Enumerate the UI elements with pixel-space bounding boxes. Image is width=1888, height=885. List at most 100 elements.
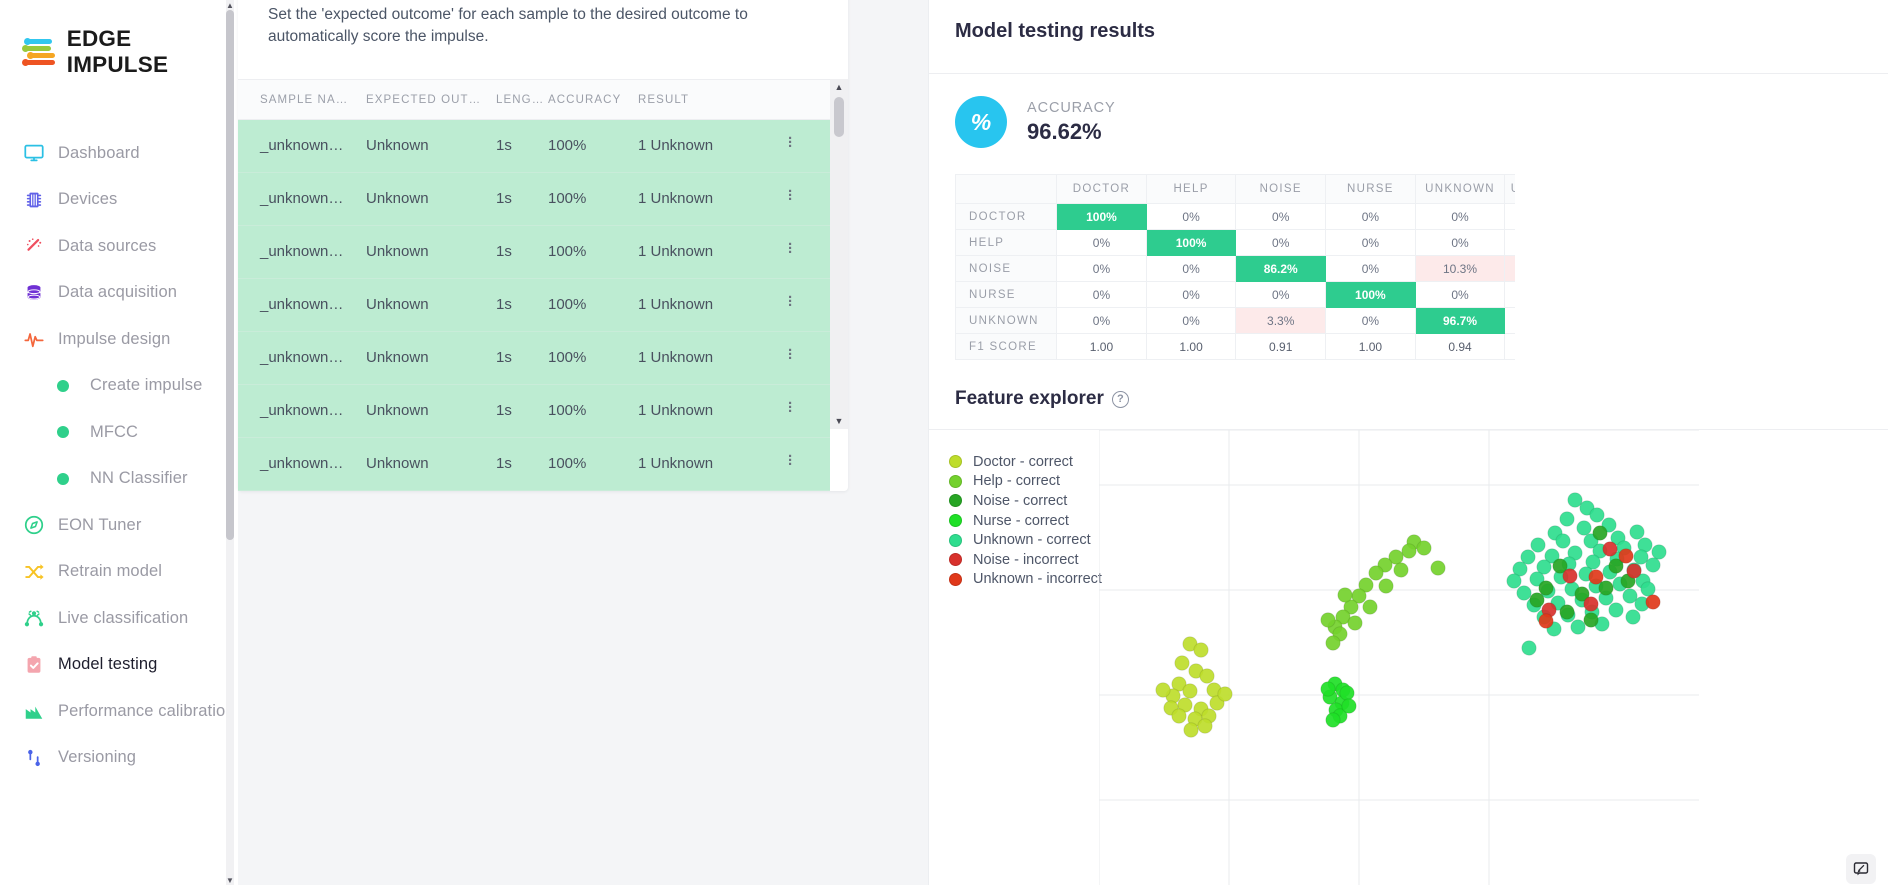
sidebar-item-performance-calibration[interactable]: Performance calibration xyxy=(0,688,238,735)
data-point[interactable] xyxy=(1530,537,1546,553)
data-point[interactable] xyxy=(1199,668,1215,684)
column-header[interactable]: SAMPLE NA… xyxy=(238,78,366,120)
data-point[interactable] xyxy=(1555,533,1571,549)
data-point[interactable] xyxy=(1325,635,1341,651)
table-row[interactable]: _unknown… Unknown 1s 100% 1 Unknown · · · xyxy=(238,119,830,173)
column-header[interactable]: EXPECTED OUT… xyxy=(366,78,496,120)
sidebar-item-retrain-model[interactable]: Retrain model xyxy=(0,549,238,596)
legend-item[interactable]: Noise - correct xyxy=(949,491,1102,511)
sidebar-item-dashboard[interactable]: Dashboard xyxy=(0,130,238,177)
data-point[interactable] xyxy=(1598,580,1614,596)
data-point[interactable] xyxy=(1645,594,1661,610)
sidebar-item-devices[interactable]: Devices xyxy=(0,177,238,224)
sidebar-item-live-classification[interactable]: Live classification xyxy=(0,595,238,642)
table-row[interactable]: _unknown… Unknown 1s 100% 1 Unknown · · · xyxy=(238,331,830,385)
data-point[interactable] xyxy=(1430,560,1446,576)
sidebar-item-data-acquisition[interactable]: Data acquisition xyxy=(0,270,238,317)
data-point[interactable] xyxy=(1217,686,1233,702)
table-row[interactable]: _unknown… Unknown 1s 100% 1 Unknown · · · xyxy=(238,278,830,332)
data-point[interactable] xyxy=(1521,640,1537,656)
table-row[interactable]: _unknown… Unknown 1s 100% 1 Unknown · · · xyxy=(238,225,830,279)
data-point[interactable] xyxy=(1645,557,1661,573)
data-point[interactable] xyxy=(1618,548,1634,564)
row-menu-button[interactable]: · · · xyxy=(788,384,830,438)
data-point[interactable] xyxy=(1583,596,1599,612)
table-row[interactable]: _unknown… Unknown 1s 100% 1 Unknown · · · xyxy=(238,437,830,491)
sidebar-item-eon-tuner[interactable]: EON Tuner xyxy=(0,502,238,549)
data-point[interactable] xyxy=(1640,581,1656,597)
data-point[interactable] xyxy=(1529,592,1545,608)
data-point[interactable] xyxy=(1583,612,1599,628)
data-point[interactable] xyxy=(1320,681,1336,697)
data-point[interactable] xyxy=(1183,722,1199,738)
data-point[interactable] xyxy=(1516,585,1532,601)
row-menu-button[interactable]: · · · xyxy=(788,331,830,385)
sidebar-item-mfcc[interactable]: MFCC xyxy=(0,409,238,456)
data-point[interactable] xyxy=(1559,511,1575,527)
kebab-menu-icon[interactable]: · · · xyxy=(788,237,793,260)
table-row[interactable]: _unknown… Unknown 1s 100% 1 Unknown · · · xyxy=(238,384,830,438)
column-header[interactable]: LENG… xyxy=(496,78,548,120)
data-point[interactable] xyxy=(1193,642,1209,658)
data-point[interactable] xyxy=(1320,612,1336,628)
data-point[interactable] xyxy=(1337,587,1353,603)
data-point[interactable] xyxy=(1625,609,1641,625)
legend-item[interactable]: Unknown - incorrect xyxy=(949,570,1102,590)
legend-item[interactable]: Nurse - correct xyxy=(949,511,1102,531)
legend-item[interactable]: Noise - incorrect xyxy=(949,550,1102,570)
data-point[interactable] xyxy=(1576,520,1592,536)
data-point[interactable] xyxy=(1155,682,1171,698)
scroll-up-icon[interactable]: ▲ xyxy=(226,0,234,10)
data-point[interactable] xyxy=(1174,655,1190,671)
data-point[interactable] xyxy=(1393,562,1409,578)
table-scroll-down-icon[interactable]: ▼ xyxy=(830,413,848,429)
data-point[interactable] xyxy=(1506,573,1522,589)
feedback-widget-icon[interactable] xyxy=(1846,854,1876,884)
data-point[interactable] xyxy=(1362,599,1378,615)
data-point[interactable] xyxy=(1651,544,1667,560)
data-point[interactable] xyxy=(1401,543,1417,559)
data-point[interactable] xyxy=(1629,524,1645,540)
data-point[interactable] xyxy=(1570,619,1586,635)
data-point[interactable] xyxy=(1626,563,1642,579)
data-point[interactable] xyxy=(1325,712,1341,728)
data-point[interactable] xyxy=(1347,615,1363,631)
help-icon[interactable]: ? xyxy=(1111,390,1129,408)
table-scroll-thumb[interactable] xyxy=(834,96,844,137)
sidebar-scroll-thumb[interactable] xyxy=(226,10,234,540)
table-scroll-up-icon[interactable]: ▲ xyxy=(830,79,848,95)
kebab-menu-icon[interactable]: · · · xyxy=(788,131,793,154)
data-point[interactable] xyxy=(1562,568,1578,584)
legend-item[interactable]: Doctor - correct xyxy=(949,452,1102,472)
table-scrollbar[interactable]: ▲ ▼ xyxy=(830,78,848,429)
row-menu-button[interactable]: · · · xyxy=(788,437,830,491)
data-point[interactable] xyxy=(1538,613,1554,629)
sidebar-item-data-sources[interactable]: Data sources xyxy=(0,223,238,270)
scroll-down-icon[interactable]: ▼ xyxy=(226,875,234,885)
data-point[interactable] xyxy=(1197,718,1213,734)
data-point[interactable] xyxy=(1608,602,1624,618)
data-point[interactable] xyxy=(1416,540,1432,556)
kebab-menu-icon[interactable]: · · · xyxy=(788,343,793,366)
sidebar-item-impulse-design[interactable]: Impulse design xyxy=(0,316,238,363)
data-point[interactable] xyxy=(1559,604,1575,620)
sidebar-item-nn-classifier[interactable]: NN Classifier xyxy=(0,456,238,503)
kebab-menu-icon[interactable]: · · · xyxy=(788,184,793,207)
sidebar-scrollbar[interactable]: ▲ ▼ xyxy=(226,0,234,885)
table-row[interactable]: _unknown… Unknown 1s 100% 1 Unknown · · · xyxy=(238,172,830,226)
data-point[interactable] xyxy=(1182,683,1198,699)
scatter-plot[interactable] xyxy=(1099,430,1888,885)
data-point[interactable] xyxy=(1589,507,1605,523)
row-menu-button[interactable]: · · · xyxy=(788,225,830,279)
data-point[interactable] xyxy=(1378,578,1394,594)
legend-item[interactable]: Unknown - correct xyxy=(949,530,1102,550)
data-point[interactable] xyxy=(1171,708,1187,724)
row-menu-button[interactable]: · · · xyxy=(788,278,830,332)
data-point[interactable] xyxy=(1368,565,1384,581)
data-point[interactable] xyxy=(1592,525,1608,541)
sidebar-item-create-impulse[interactable]: Create impulse xyxy=(0,363,238,410)
kebab-menu-icon[interactable]: · · · xyxy=(788,290,793,313)
data-point[interactable] xyxy=(1602,541,1618,557)
brand-logo[interactable]: EDGE IMPULSE xyxy=(0,0,238,78)
data-point[interactable] xyxy=(1538,580,1554,596)
